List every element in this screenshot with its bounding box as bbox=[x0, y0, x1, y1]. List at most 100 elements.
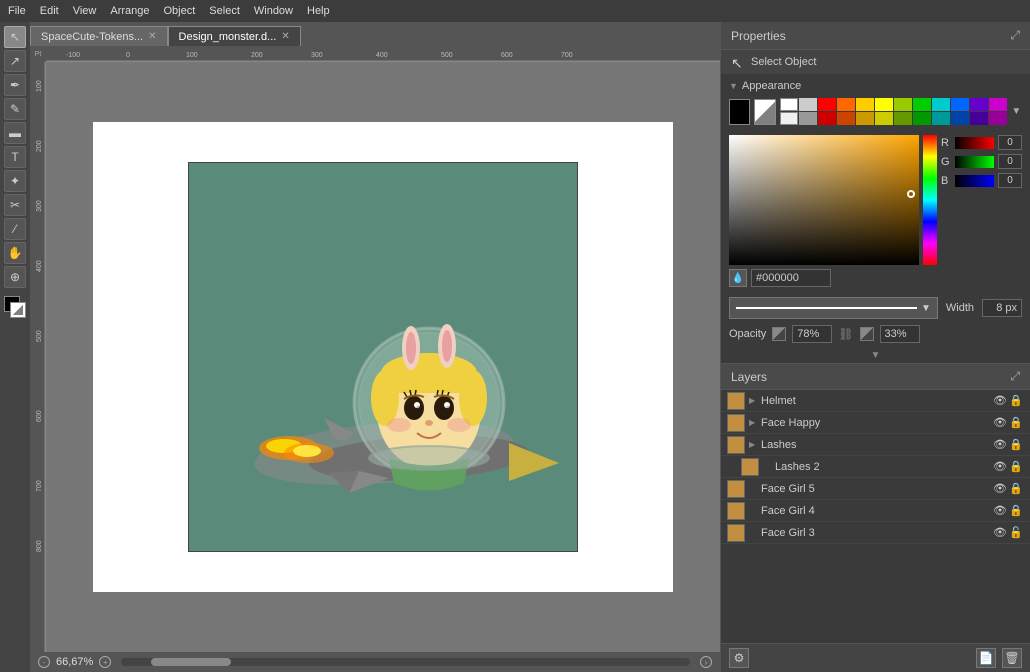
layer-eye-lashes[interactable]: 👁 bbox=[992, 437, 1008, 453]
palette-white[interactable] bbox=[780, 98, 798, 111]
b-input[interactable] bbox=[998, 173, 1022, 188]
zoom-in-icon[interactable]: + bbox=[99, 656, 111, 668]
layer-eye-helmet[interactable]: 👁 bbox=[992, 393, 1008, 409]
palette-dark-cyan[interactable] bbox=[932, 112, 950, 125]
palette-light-gray[interactable] bbox=[780, 112, 798, 125]
horizontal-scrollbar[interactable] bbox=[121, 658, 690, 666]
menu-edit[interactable]: Edit bbox=[40, 5, 59, 17]
properties-expand-icon[interactable]: ⤢ bbox=[1010, 28, 1020, 43]
tool-select[interactable]: ↖ bbox=[4, 26, 26, 48]
hex-input[interactable] bbox=[751, 269, 831, 287]
link-icon[interactable]: ⛓ bbox=[838, 327, 853, 341]
menu-arrange[interactable]: Arrange bbox=[110, 5, 149, 17]
layer-eye-facegirl4[interactable]: 👁 bbox=[992, 503, 1008, 519]
palette-gray[interactable] bbox=[799, 98, 817, 111]
expand-section-btn[interactable]: ▼ bbox=[721, 347, 1030, 363]
layer-eye-facegirl3[interactable]: 👁 bbox=[992, 525, 1008, 541]
menu-help[interactable]: Help bbox=[307, 5, 330, 17]
layer-expand-lashes[interactable]: ▶ bbox=[749, 440, 759, 449]
palette-red[interactable] bbox=[818, 98, 836, 111]
opacity-input[interactable] bbox=[792, 325, 832, 343]
layer-item-helmet[interactable]: ▶ Helmet 👁 🔒 bbox=[721, 390, 1030, 412]
color-hue-strip[interactable] bbox=[923, 135, 937, 265]
menu-file[interactable]: File bbox=[8, 5, 26, 17]
tab-design-monster[interactable]: Design_monster.d... ✕ bbox=[168, 26, 301, 46]
tool-rectangle[interactable]: ▬ bbox=[4, 122, 26, 144]
palette-dark-yellow[interactable] bbox=[875, 112, 893, 125]
palette-dark-red[interactable] bbox=[818, 112, 836, 125]
palette-orange[interactable] bbox=[837, 98, 855, 111]
g-bar[interactable] bbox=[955, 156, 994, 168]
tab-close-design[interactable]: ✕ bbox=[281, 31, 289, 42]
stroke-selector[interactable]: ▼ bbox=[729, 297, 938, 319]
opacity2-input[interactable] bbox=[880, 325, 920, 343]
layer-eye-face-happy[interactable]: 👁 bbox=[992, 415, 1008, 431]
layer-item-facegirl4[interactable]: Face Girl 4 👁 🔒 bbox=[721, 500, 1030, 522]
menu-view[interactable]: View bbox=[73, 5, 97, 17]
tool-blend[interactable]: ⁄ bbox=[4, 218, 26, 240]
stroke-dropdown-icon[interactable]: ▼ bbox=[921, 303, 931, 314]
palette-blue[interactable] bbox=[951, 98, 969, 111]
palette-dark-purple[interactable] bbox=[970, 112, 988, 125]
tool-hand[interactable]: ✋ bbox=[4, 242, 26, 264]
layer-lock-lashes2[interactable]: 🔒 bbox=[1008, 459, 1024, 475]
palette-mid-gray[interactable] bbox=[799, 112, 817, 125]
r-input[interactable] bbox=[998, 135, 1022, 150]
layer-item-facegirl5[interactable]: Face Girl 5 👁 🔒 bbox=[721, 478, 1030, 500]
palette-purple[interactable] bbox=[970, 98, 988, 111]
new-layer-icon[interactable]: 📄 bbox=[976, 648, 996, 668]
menu-window[interactable]: Window bbox=[254, 5, 293, 17]
layer-item-lashes[interactable]: ▶ Lashes 👁 🔒 bbox=[721, 434, 1030, 456]
layer-expand-face-happy[interactable]: ▶ bbox=[749, 418, 759, 427]
tool-direct-select[interactable]: ↗ bbox=[4, 50, 26, 72]
delete-layer-icon[interactable]: 🗑 bbox=[1002, 648, 1022, 668]
palette-more-icon[interactable]: ▼ bbox=[1011, 106, 1022, 117]
fill-color-swatch[interactable] bbox=[729, 99, 750, 125]
layer-item-facegirl3[interactable]: Face Girl 3 👁 🔓 bbox=[721, 522, 1030, 544]
g-input[interactable] bbox=[998, 154, 1022, 169]
tool-text[interactable]: T bbox=[4, 146, 26, 168]
layer-item-face-happy[interactable]: ▶ Face Happy 👁 🔒 bbox=[721, 412, 1030, 434]
layer-lock-facegirl4[interactable]: 🔒 bbox=[1008, 503, 1024, 519]
tab-close-spacecute[interactable]: ✕ bbox=[148, 31, 156, 42]
layers-expand-icon[interactable]: ⤢ bbox=[1010, 369, 1020, 384]
palette-dark-gold[interactable] bbox=[856, 112, 874, 125]
palette-dark-yg[interactable] bbox=[894, 112, 912, 125]
layer-lock-face-happy[interactable]: 🔒 bbox=[1008, 415, 1024, 431]
layer-lock-facegirl3[interactable]: 🔓 bbox=[1008, 525, 1024, 541]
palette-yellow-green[interactable] bbox=[894, 98, 912, 111]
scroll-thumb[interactable] bbox=[151, 658, 231, 666]
stroke-color-swatch[interactable] bbox=[754, 99, 775, 125]
palette-dark-green[interactable] bbox=[913, 112, 931, 125]
tool-star[interactable]: ✦ bbox=[4, 170, 26, 192]
layer-lock-lashes[interactable]: 🔒 bbox=[1008, 437, 1024, 453]
palette-dark-blue[interactable] bbox=[951, 112, 969, 125]
palette-cyan[interactable] bbox=[932, 98, 950, 111]
r-bar[interactable] bbox=[955, 137, 994, 149]
tool-scissors[interactable]: ✂ bbox=[4, 194, 26, 216]
zoom-out-icon[interactable]: - bbox=[38, 656, 50, 668]
canvas-scroll[interactable] bbox=[46, 62, 720, 652]
palette-yellow[interactable] bbox=[875, 98, 893, 111]
b-bar[interactable] bbox=[955, 175, 994, 187]
width-input[interactable] bbox=[982, 299, 1022, 317]
layer-eye-lashes2[interactable]: 👁 bbox=[992, 459, 1008, 475]
palette-dark-orange[interactable] bbox=[837, 112, 855, 125]
tool-pencil[interactable]: ✎ bbox=[4, 98, 26, 120]
layer-expand-helmet[interactable]: ▶ bbox=[749, 396, 759, 405]
layer-lock-helmet[interactable]: 🔒 bbox=[1008, 393, 1024, 409]
tab-spacecute[interactable]: SpaceCute-Tokens... ✕ bbox=[30, 26, 168, 46]
layer-eye-facegirl5[interactable]: 👁 bbox=[992, 481, 1008, 497]
palette-gold[interactable] bbox=[856, 98, 874, 111]
layer-item-lashes2[interactable]: Lashes 2 👁 🔒 bbox=[721, 456, 1030, 478]
palette-dark-magenta[interactable] bbox=[989, 112, 1007, 125]
scroll-right-icon[interactable]: › bbox=[700, 656, 712, 668]
palette-magenta[interactable] bbox=[989, 98, 1007, 111]
fill-stroke-swatch[interactable] bbox=[4, 296, 26, 318]
layer-settings-icon[interactable]: ⚙ bbox=[729, 648, 749, 668]
tool-pen[interactable]: ✒ bbox=[4, 74, 26, 96]
tool-zoom[interactable]: ⊕ bbox=[4, 266, 26, 288]
layer-lock-facegirl5[interactable]: 🔒 bbox=[1008, 481, 1024, 497]
layers-list[interactable]: ▶ Helmet 👁 🔒 ▶ Face Happy 👁 🔒 ▶ bbox=[721, 390, 1030, 643]
color-gradient[interactable] bbox=[729, 135, 919, 265]
